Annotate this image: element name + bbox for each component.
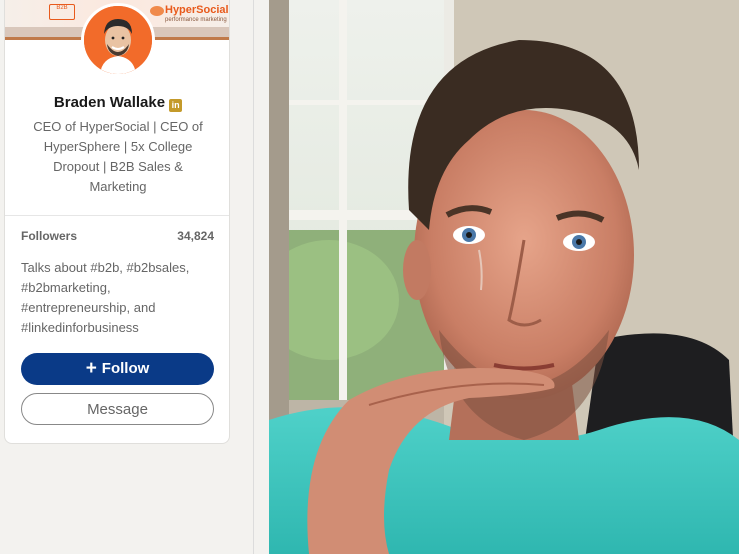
profile-card: B2B HyperSocial performance marketing Br… bbox=[4, 0, 230, 444]
banner-tag: B2B bbox=[49, 4, 75, 20]
follow-button[interactable]: + Follow bbox=[21, 353, 214, 385]
column-divider bbox=[253, 0, 254, 554]
followers-count: 34,824 bbox=[177, 229, 214, 243]
message-button[interactable]: Message bbox=[21, 393, 214, 425]
chat-bubble-icon bbox=[150, 6, 164, 16]
post-image[interactable] bbox=[269, 0, 739, 554]
divider bbox=[5, 215, 229, 216]
followers-row: Followers 34,824 bbox=[21, 229, 214, 243]
talks-about: Talks about #b2b, #b2bsales, #b2bmarketi… bbox=[21, 260, 190, 335]
follow-label: Follow bbox=[101, 360, 150, 377]
plus-icon: + bbox=[85, 358, 97, 379]
avatar[interactable] bbox=[81, 3, 155, 77]
message-label: Message bbox=[87, 401, 148, 418]
banner-brand: HyperSocial bbox=[165, 4, 229, 16]
followers-label: Followers bbox=[21, 229, 78, 243]
profile-headline: CEO of HyperSocial | CEO of HyperSphere … bbox=[33, 119, 203, 194]
post-photo bbox=[269, 0, 739, 554]
profile-name-text: Braden Wallake bbox=[53, 94, 166, 111]
banner-tagline: performance marketing bbox=[165, 17, 227, 23]
profile-name: Braden Wallake in bbox=[5, 94, 229, 112]
avatar-portrait bbox=[84, 6, 152, 74]
linkedin-badge-icon: in bbox=[169, 99, 183, 112]
